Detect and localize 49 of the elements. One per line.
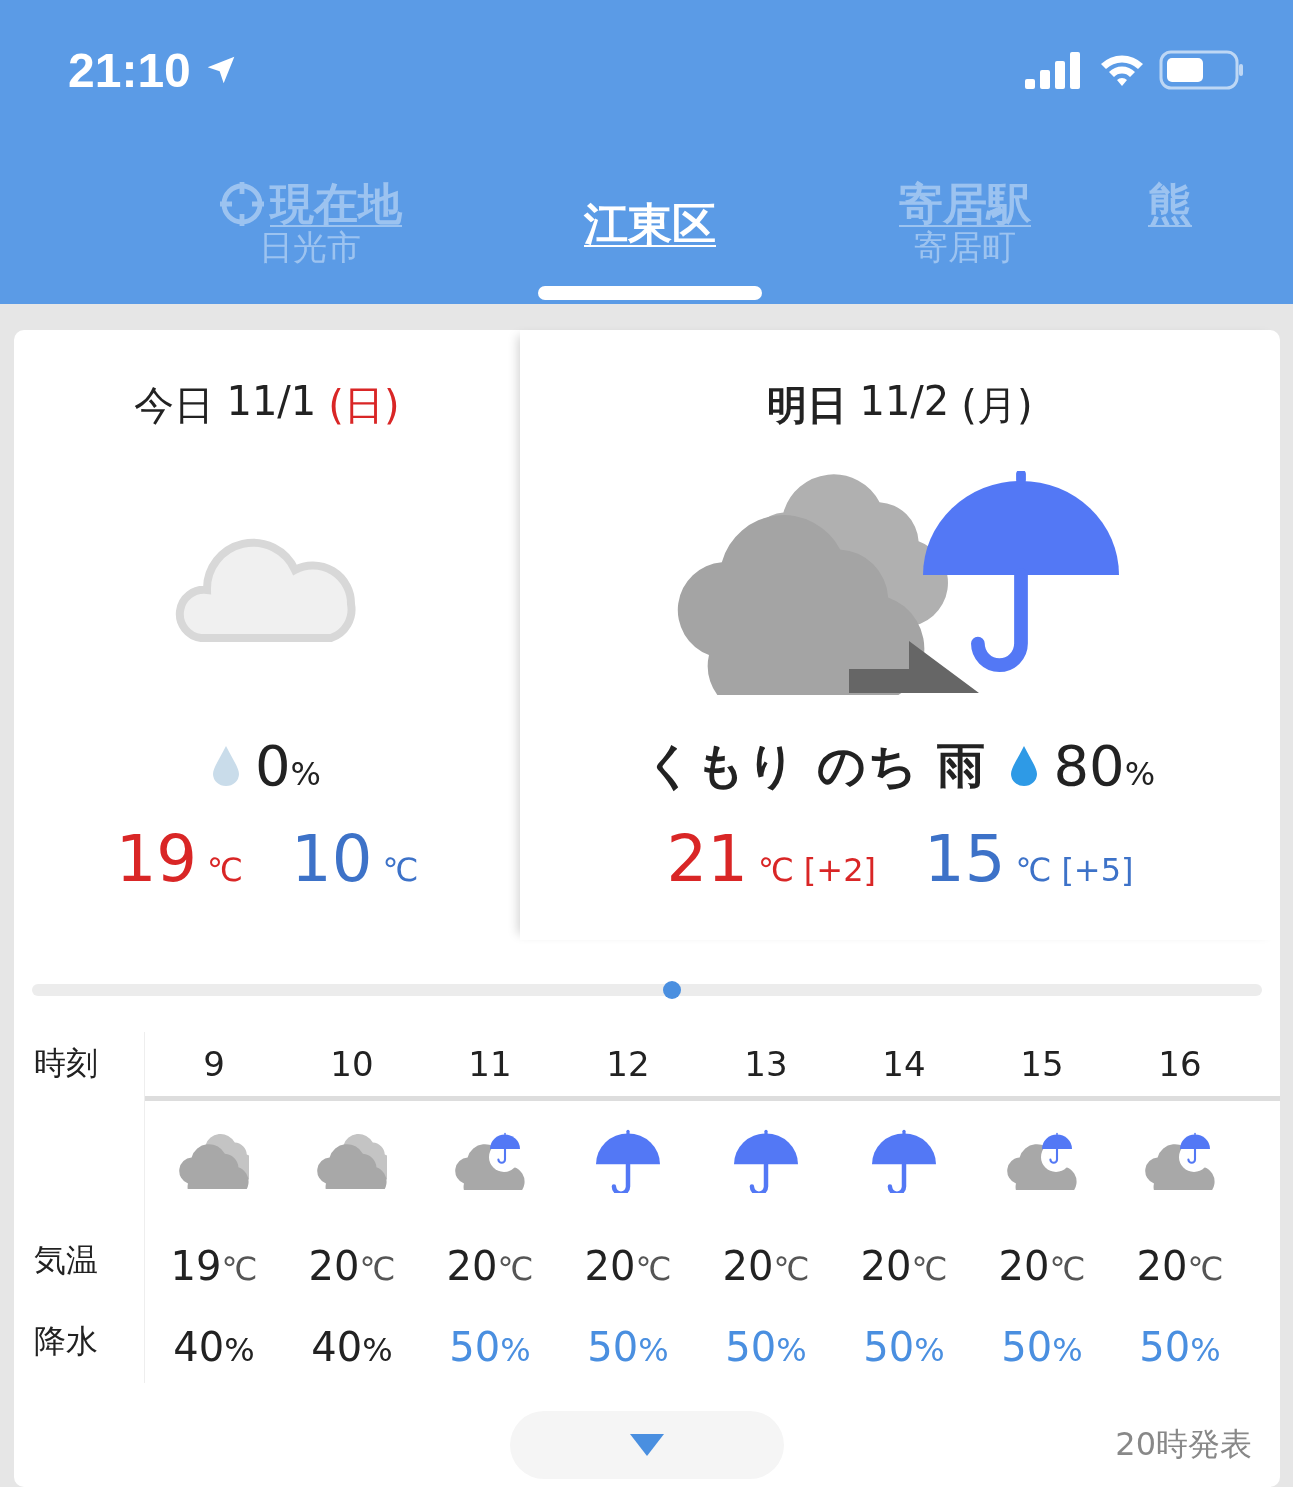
clouds-icon <box>179 1133 249 1189</box>
raindrop-icon <box>212 745 239 786</box>
precipitation-cell-text: 50% <box>448 1324 532 1370</box>
location-tab[interactable]: 現在地 日光市 <box>140 180 480 304</box>
temperature-cell-text: 20℃ <box>1135 1243 1225 1289</box>
row-label: 気温 <box>34 1240 99 1281</box>
precipitation-cell-text: 50% <box>862 1324 946 1370</box>
hour-cell-text: 13 <box>743 1044 789 1084</box>
temperature-cell-text: 20℃ <box>307 1243 397 1289</box>
umbrella-icon <box>734 1129 798 1193</box>
caret-down-icon <box>630 1434 664 1456</box>
precipitation-cell-text: 50% <box>1000 1324 1084 1370</box>
precipitation-cell-text: 40% <box>310 1324 394 1370</box>
umbrella-icon <box>596 1129 660 1193</box>
temperature-cell-text: 20℃ <box>721 1243 811 1289</box>
raindrop-icon <box>1011 745 1038 786</box>
hour-cell-text: 14 <box>881 1044 927 1084</box>
cloud-umbrella-icon <box>1145 1132 1215 1190</box>
hour-cell-text: 16 <box>1157 1044 1203 1084</box>
row-label: 時刻 <box>34 1043 99 1084</box>
crosshair-icon <box>218 180 266 229</box>
temperature-cell-text: 19℃ <box>169 1243 259 1289</box>
location-tab[interactable]: 熊 <box>1110 180 1230 304</box>
temperature-cell-text: 20℃ <box>997 1243 1087 1289</box>
hour-cell-text: 15 <box>1019 1044 1065 1084</box>
precipitation-cell-text: 50% <box>1138 1324 1222 1370</box>
precipitation-cell-text: 40% <box>172 1324 256 1370</box>
clock-time: 21:10 <box>68 42 191 98</box>
temperature-cell-text: 20℃ <box>583 1243 673 1289</box>
precipitation-cell-text: 50% <box>724 1324 808 1370</box>
hour-cell-text: 9 <box>202 1044 226 1084</box>
temperature-cell-text: 20℃ <box>859 1243 949 1289</box>
issued-time: 20時発表 <box>1115 1424 1252 1465</box>
temperature-cell-text: 20℃ <box>445 1243 535 1289</box>
wifi-icon <box>1099 52 1145 88</box>
hour-cell-text: 10 <box>329 1044 375 1084</box>
hour-cell-text: 11 <box>467 1044 513 1084</box>
umbrella-icon <box>872 1129 936 1193</box>
location-tab[interactable]: 江東区 <box>480 180 820 304</box>
clouds-icon <box>317 1133 387 1189</box>
hour-cell-text: 12 <box>605 1044 651 1084</box>
battery-icon <box>1159 50 1245 90</box>
location-tab[interactable]: 寄居駅 寄居町 <box>820 180 1110 304</box>
precipitation-cell-text: 50% <box>586 1324 670 1370</box>
cloud-umbrella-icon <box>455 1132 525 1190</box>
row-label: 降水 <box>34 1321 99 1362</box>
day-forecast-panel[interactable]: 明日 11/2 (月) くもり のち 雨 80% 21℃ [+2] 15℃ [+5] <box>520 330 1280 940</box>
day-forecast-panel[interactable]: 今日 11/1 (日) 0% 19℃ 10℃ <box>14 330 520 940</box>
cloud-umbrella-icon <box>1007 1132 1077 1190</box>
